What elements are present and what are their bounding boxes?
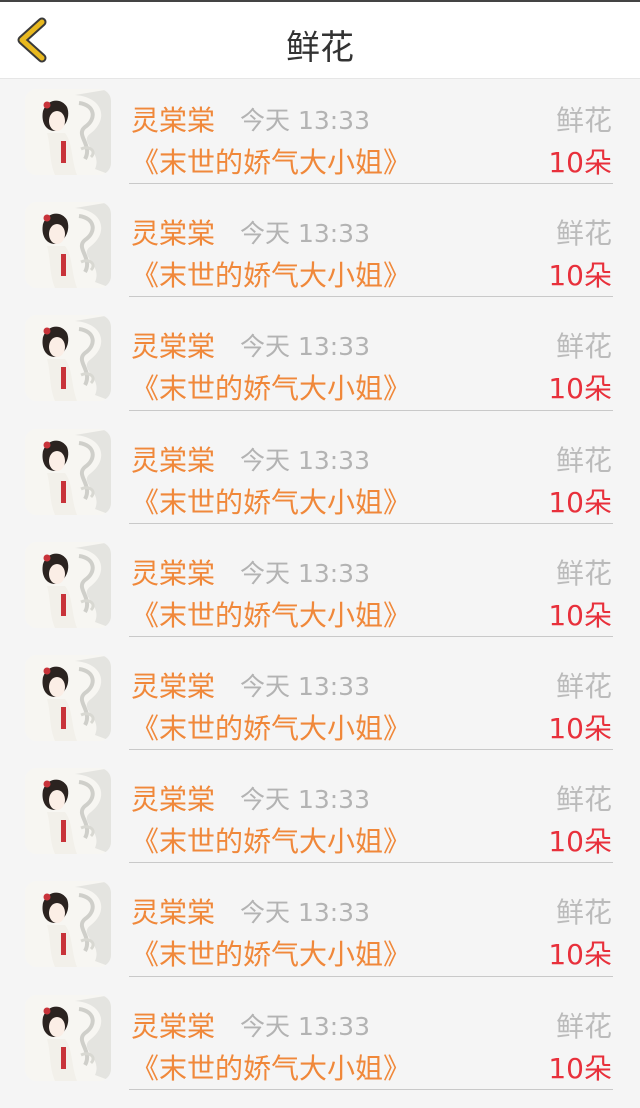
list-item[interactable]: 灵棠棠 今天 13:33 鲜花 《末世的娇气大小姐》 10朵 (0, 79, 640, 192)
sender-name: 灵棠棠 (131, 330, 216, 364)
timestamp: 今天 13:33 (240, 332, 370, 362)
book-title-link[interactable]: 《末世的娇气大小姐》 (131, 254, 411, 294)
avatar (25, 994, 111, 1081)
list-item[interactable]: 灵棠棠 今天 13:33 鲜花 《末世的娇气大小姐》 10朵 (0, 532, 640, 645)
divider (129, 862, 613, 864)
list-item[interactable]: 灵棠棠 今天 13:33 鲜花 《末世的娇气大小姐》 10朵 (0, 192, 640, 305)
divider (129, 409, 613, 411)
divider (129, 635, 613, 637)
app-header: 鲜花 (0, 2, 640, 79)
book-title-link[interactable]: 《末世的娇气大小姐》 (131, 367, 411, 407)
gift-type: 鲜花 (555, 896, 612, 930)
avatar (25, 768, 111, 855)
timestamp: 今天 13:33 (240, 106, 370, 135)
gift-count: 10朵 (548, 598, 612, 632)
divider (129, 749, 613, 751)
timestamp: 今天 13:33 (240, 785, 370, 815)
divider (129, 522, 613, 524)
sender-name: 灵棠棠 (131, 556, 216, 590)
list-item[interactable]: 灵棠棠 今天 13:33 鲜花 《末世的娇气大小姐》 10朵 (0, 419, 640, 532)
book-title-link[interactable]: 《末世的娇气大小姐》 (131, 1047, 411, 1087)
gift-type: 鲜花 (555, 1009, 612, 1043)
list-item[interactable]: 灵棠棠 今天 13:33 鲜花 《末世的娇气大小姐》 10朵 (0, 645, 640, 758)
gift-type: 鲜花 (555, 556, 612, 590)
avatar (25, 89, 111, 175)
timestamp: 今天 13:33 (240, 558, 370, 588)
book-title-link[interactable]: 《末世的娇气大小姐》 (131, 820, 411, 860)
avatar (25, 541, 111, 628)
book-title-link[interactable]: 《末世的娇气大小姐》 (131, 707, 411, 747)
timestamp: 今天 13:33 (240, 445, 370, 475)
gift-type: 鲜花 (555, 783, 612, 817)
book-title-link[interactable]: 《末世的娇气大小姐》 (131, 141, 411, 181)
list-item[interactable]: 灵棠棠 今天 13:33 鲜花 《末世的娇气大小姐》 10朵 (0, 758, 640, 871)
gift-type: 鲜花 (555, 443, 612, 477)
gift-count: 10朵 (548, 938, 612, 972)
gift-type: 鲜花 (555, 217, 612, 251)
list-item[interactable]: 灵棠棠 今天 13:33 鲜花 《末世的娇气大小姐》 10朵 (0, 985, 640, 1098)
gift-count: 10朵 (548, 711, 612, 745)
avatar (25, 315, 111, 402)
sender-name: 灵棠棠 (131, 217, 216, 251)
sender-name: 灵棠棠 (131, 896, 216, 930)
page-title: 鲜花 (286, 28, 354, 68)
sender-name: 灵棠棠 (131, 669, 216, 703)
list-item[interactable]: 灵棠棠 今天 13:33 鲜花 《末世的娇气大小姐》 10朵 (0, 305, 640, 418)
gift-count: 10朵 (548, 485, 612, 519)
avatar (25, 654, 111, 741)
timestamp: 今天 13:33 (240, 898, 370, 928)
sender-name: 灵棠棠 (131, 104, 216, 137)
timestamp: 今天 13:33 (240, 219, 370, 249)
gift-count: 10朵 (548, 372, 612, 406)
divider (129, 183, 613, 185)
gift-record-list: 灵棠棠 今天 13:33 鲜花 《末世的娇气大小姐》 10朵 灵棠棠 今天 13… (0, 79, 640, 1098)
timestamp: 今天 13:33 (240, 1011, 370, 1041)
sender-name: 灵棠棠 (131, 443, 216, 477)
gift-type: 鲜花 (555, 330, 612, 364)
divider (129, 296, 613, 298)
divider (129, 1088, 613, 1090)
avatar (25, 202, 111, 289)
gift-type: 鲜花 (555, 104, 612, 137)
gift-type: 鲜花 (555, 669, 612, 703)
divider (129, 975, 613, 977)
sender-name: 灵棠棠 (131, 1009, 216, 1043)
book-title-link[interactable]: 《末世的娇气大小姐》 (131, 933, 411, 973)
timestamp: 今天 13:33 (240, 671, 370, 701)
book-title-link[interactable]: 《末世的娇气大小姐》 (131, 594, 411, 634)
book-title-link[interactable]: 《末世的娇气大小姐》 (131, 481, 411, 521)
gift-count: 10朵 (548, 825, 612, 859)
avatar (25, 881, 111, 968)
avatar (25, 428, 111, 515)
gift-count: 10朵 (548, 1051, 612, 1085)
sender-name: 灵棠棠 (131, 783, 216, 817)
gift-count: 10朵 (548, 259, 612, 293)
list-item[interactable]: 灵棠棠 今天 13:33 鲜花 《末世的娇气大小姐》 10朵 (0, 871, 640, 984)
gift-count: 10朵 (548, 146, 612, 179)
